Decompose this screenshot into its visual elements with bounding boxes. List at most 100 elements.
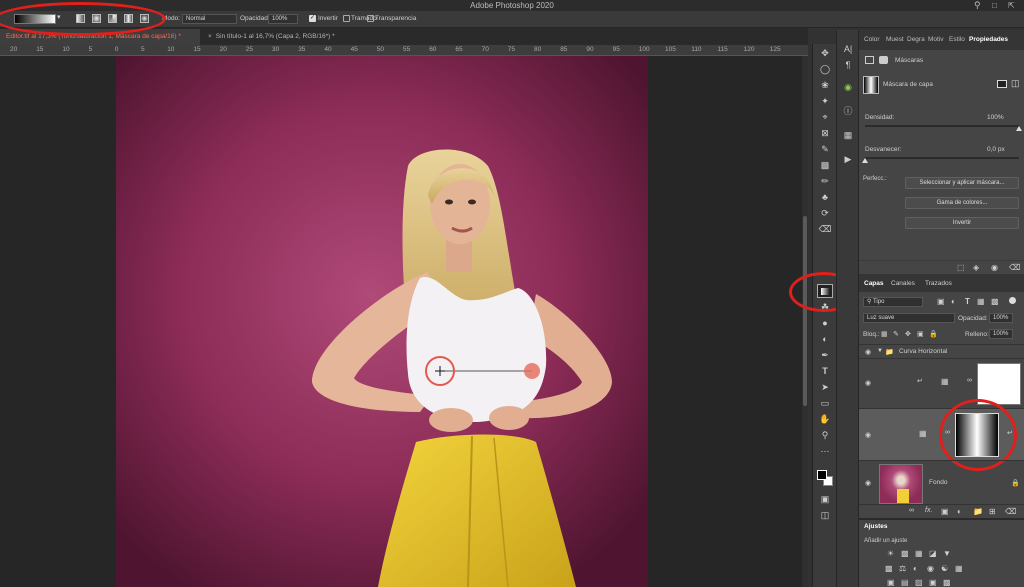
vertical-scrollbar[interactable] [802,56,808,587]
search-icon[interactable]: ⚲ [974,0,981,11]
tab-swatches[interactable]: Muest [886,36,904,43]
tab-styles[interactable]: Estilo [949,36,965,43]
lasso-tool-icon[interactable]: ❀ [817,78,833,92]
marquee-tool-icon[interactable]: ◯ [817,62,833,76]
apply-mask-icon[interactable]: ◈ [973,263,979,272]
invert-adjust-icon[interactable]: ▣ [887,578,895,587]
filter-shape-icon[interactable]: ▦ [977,297,985,306]
select-and-mask-button[interactable]: Seleccionar y aplicar máscara... [905,177,1019,189]
load-selection-icon[interactable]: ⬚ [957,263,965,272]
play-action-icon[interactable]: ▶ [840,152,856,166]
pixel-mask-icon[interactable] [865,56,874,64]
exposure-icon[interactable]: ◪ [929,549,937,558]
foreground-color-swatch[interactable] [817,470,827,480]
magic-wand-tool-icon[interactable]: ✦ [817,94,833,108]
filter-pixel-icon[interactable]: ▣ [937,297,945,306]
trash-icon[interactable]: ⌫ [1005,507,1016,516]
pen-tool-icon[interactable]: ✒ [817,348,833,362]
tab-paths[interactable]: Trazados [925,280,952,287]
feather-slider-track[interactable] [865,157,1019,159]
transparency-checkbox[interactable] [367,15,374,22]
color-range-button[interactable]: Gama de colores... [905,197,1019,209]
eye-icon[interactable]: ◉ [865,379,871,387]
invert-button[interactable]: Invertir [905,217,1019,229]
layer-row-background[interactable]: ◉ Fondo 🔒 [859,460,1024,506]
levels-icon[interactable]: ▩ [901,549,909,558]
feather-value[interactable]: 0,0 px [987,146,1005,153]
background-thumbnail[interactable] [879,464,923,504]
frame-tool-icon[interactable]: ⊠ [817,126,833,140]
new-group-icon[interactable]: 📁 [973,507,983,516]
posterize-icon[interactable]: ▤ [901,578,909,587]
black-white-icon[interactable]: ◐ [913,564,918,573]
hand-tool-icon[interactable]: ✋ [817,412,833,426]
workspace-icon[interactable]: □ [992,0,997,11]
selective-color-icon[interactable]: ▣ [929,578,937,587]
tab-patterns[interactable]: Motiv [928,36,944,43]
link-layers-icon[interactable]: ∞ [909,507,914,514]
channel-mixer-icon[interactable]: ☯ [941,564,948,573]
lock-artboard-icon[interactable]: ▣ [917,330,924,338]
gradient-map-icon[interactable]: ▩ [943,578,951,587]
rectangle-tool-icon[interactable]: ▭ [817,396,833,410]
color-balance-icon[interactable]: ⚖ [899,564,906,573]
filter-type-icon[interactable]: T [965,297,970,306]
new-adjustment-icon[interactable]: ◐ [957,507,962,516]
fill-field[interactable]: 100% [989,329,1013,339]
threshold-icon[interactable]: ▨ [915,578,923,587]
dither-checkbox[interactable] [343,15,350,22]
plugin-icon[interactable]: ◉ [840,80,856,94]
tab-layers[interactable]: Capas [864,280,884,287]
add-pixel-mask-icon[interactable] [997,80,1007,88]
stamp-tool-icon[interactable]: ♣ [817,190,833,204]
tab-channels[interactable]: Canales [891,280,915,287]
quick-mask-icon[interactable]: ▣ [817,492,833,506]
type-tool-icon[interactable]: T [817,364,833,378]
filter-smart-icon[interactable]: ▩ [991,297,999,306]
adjustment-panel-icon[interactable]: ▦ [840,128,856,142]
layer-opacity-field[interactable]: 100% [989,313,1013,323]
filter-toggle-icon[interactable] [1009,297,1016,304]
eye-icon[interactable]: ◉ [991,263,998,272]
info-panel-icon[interactable]: ⓘ [840,104,856,118]
fx-icon[interactable]: fx. [925,507,932,514]
opacity-field[interactable]: 100% [268,14,298,24]
density-slider-thumb[interactable] [1016,126,1022,131]
eye-icon[interactable]: ◉ [865,479,871,487]
tab-gradients[interactable]: Degra [907,36,925,43]
brightness-icon[interactable]: ☀ [887,549,894,558]
blur-tool-icon[interactable]: ● [817,316,833,330]
history-brush-tool-icon[interactable]: ⟳ [817,206,833,220]
tab-properties[interactable]: Propiedades [969,36,1008,43]
vibrance-icon[interactable]: ▼ [943,549,951,558]
more-tools-icon[interactable]: ⋯ [817,444,833,458]
layer-row-group[interactable]: ◉ ▼ 📁 Curva Horizontal [859,344,1024,358]
dodge-tool-icon[interactable]: ◐ [817,332,833,346]
zoom-tool-icon[interactable]: ⚲ [817,428,833,442]
screen-mode-icon[interactable]: ◫ [817,508,833,522]
mask-thumbnail[interactable] [863,76,879,94]
lock-image-icon[interactable]: ✎ [893,330,899,338]
layer-row-adjustment-2[interactable]: ◉ ▦ ∞ ↵ [859,399,1024,471]
filter-adjustment-icon[interactable]: ◐ [951,297,956,306]
character-panel-icon[interactable]: A| [840,42,856,56]
link-icon[interactable]: ∞ [967,377,972,384]
eye-icon[interactable]: ◉ [865,431,871,439]
close-icon[interactable]: × [208,33,212,40]
move-tool-icon[interactable]: ✥ [817,46,833,60]
eraser-tool-icon[interactable]: ⌫ [817,222,833,236]
tab-color[interactable]: Color [864,36,880,43]
lock-position-icon[interactable]: ✥ [905,330,911,338]
layer-filter-select[interactable]: ⚲ Tipo [863,297,923,307]
density-slider-track[interactable] [865,125,1019,127]
eye-icon[interactable]: ◉ [865,348,871,356]
scrollbar-thumb[interactable] [803,216,807,406]
trash-icon[interactable]: ⌫ [1009,263,1020,272]
share-icon[interactable]: ⇱ [1008,0,1015,11]
lock-all-icon[interactable]: 🔒 [929,330,938,338]
mode-select[interactable]: Normal [182,14,237,24]
lock-pixels-icon[interactable]: ▦ [881,330,888,338]
color-lookup-icon[interactable]: ▦ [955,564,963,573]
add-vector-mask-icon[interactable]: ◫ [1011,78,1020,89]
chevron-down-icon[interactable]: ▼ [877,348,883,354]
